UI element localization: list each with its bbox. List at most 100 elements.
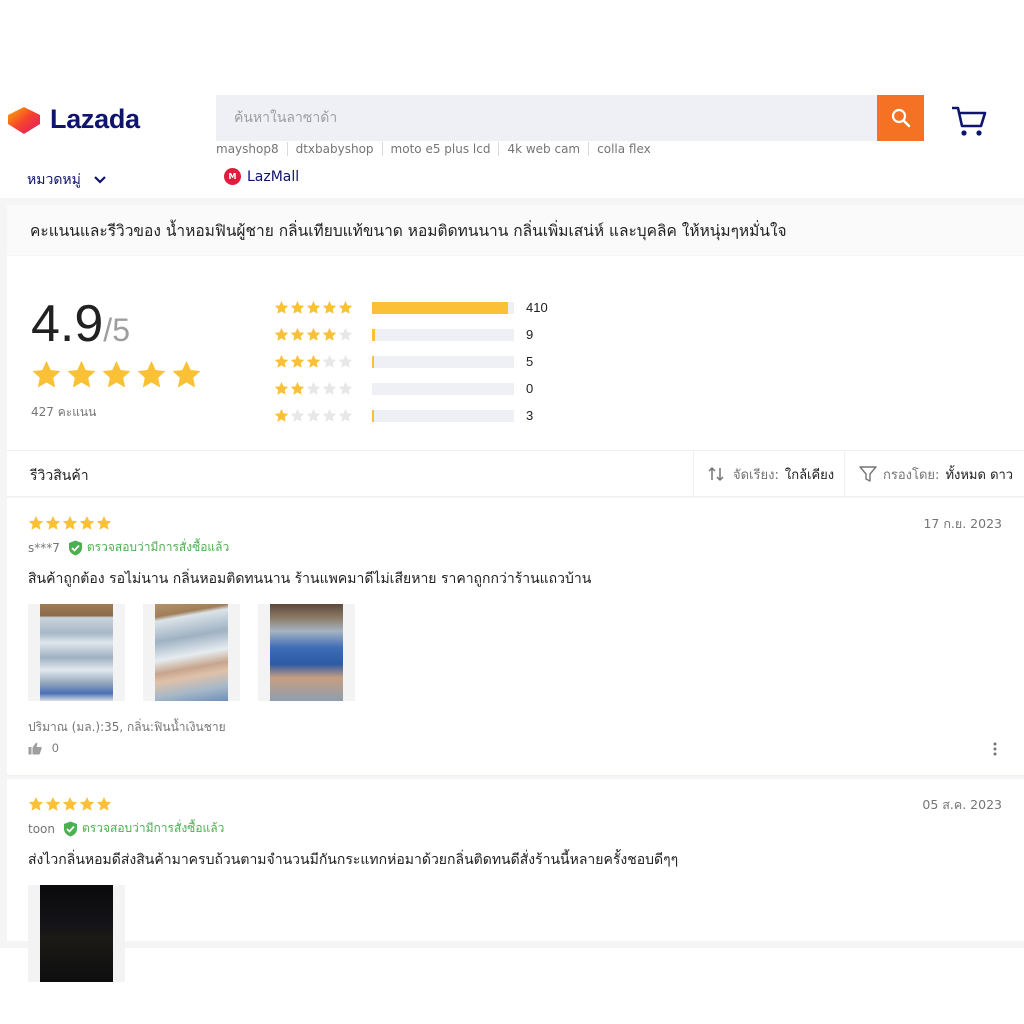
suggestion-link[interactable]: 4k web cam xyxy=(498,142,588,156)
verified-shield-icon xyxy=(64,821,77,836)
star-icon xyxy=(290,354,305,368)
review-image[interactable] xyxy=(28,885,125,982)
out-of-label: /5 xyxy=(103,312,130,348)
suggestion-link[interactable]: moto e5 plus lcd xyxy=(381,142,499,156)
search-input[interactable] xyxy=(216,95,877,141)
reviewer-name: s***7 xyxy=(28,540,60,555)
ratings-title: คะแนนและรีวิวของ น้ำหอมฟินผู้ชาย กลิ่นเท… xyxy=(7,205,1024,255)
distribution-stars xyxy=(274,327,372,342)
distribution-count: 410 xyxy=(526,300,548,315)
category-label: หมวดหมู่ xyxy=(27,172,81,188)
distribution-stars xyxy=(274,408,372,423)
review-image[interactable] xyxy=(258,604,355,701)
star-icon xyxy=(290,408,305,422)
sort-icon xyxy=(708,466,724,482)
star-icon xyxy=(274,381,289,395)
average-score: 4.9/5 xyxy=(31,294,130,354)
review-text: สินค้าถูกต้อง รอไม่นาน กลิ่นหอมติดทนนาน … xyxy=(28,571,592,587)
lazmall-icon: M xyxy=(224,168,241,185)
review-photo xyxy=(40,604,113,701)
star-icon xyxy=(79,797,95,811)
reviewer-info: s***7 ตรวจสอบว่ามีการสั่งซื้อแล้ว xyxy=(28,538,229,557)
verified-purchase: ตรวจสอบว่ามีการสั่งซื้อแล้ว xyxy=(68,538,229,557)
verified-label: ตรวจสอบว่ามีการสั่งซื้อแล้ว xyxy=(82,821,225,835)
lazada-logo[interactable]: Lazada xyxy=(6,104,140,135)
distribution-count: 0 xyxy=(526,381,534,396)
filter-value: ทั้งหมด ดาว xyxy=(945,467,1014,483)
star-icon xyxy=(306,354,321,368)
star-icon xyxy=(322,354,337,368)
star-icon xyxy=(45,516,61,530)
rating-summary: 4.9/5 427 คะแนน 410 9 5 0 3 xyxy=(7,256,1024,450)
distribution-bar-fill xyxy=(372,409,374,422)
reviews-header: รีวิวสินค้า จัดเรียง: ใกล้เคียง กรองโดย:… xyxy=(7,450,1024,497)
verified-purchase: ตรวจสอบว่ามีการสั่งซื้อแล้ว xyxy=(63,819,224,838)
star-icon xyxy=(274,354,289,368)
cart-icon[interactable] xyxy=(950,104,988,138)
sort-dropdown[interactable]: จัดเรียง: ใกล้เคียง xyxy=(693,451,845,497)
filter-label: กรองโดย: xyxy=(883,467,940,483)
star-icon xyxy=(322,381,337,395)
filter-dropdown[interactable]: กรองโดย: ทั้งหมด ดาว xyxy=(859,451,1024,497)
search-button[interactable] xyxy=(877,95,924,141)
review-date: 17 ก.ย. 2023 xyxy=(923,516,1002,531)
search-suggestions: mayshop8 dtxbabyshop moto e5 plus lcd 4k… xyxy=(216,142,659,156)
review-photo xyxy=(155,604,228,701)
suggestion-link[interactable]: colla flex xyxy=(588,142,659,156)
review-images xyxy=(28,604,355,701)
star-icon xyxy=(62,797,78,811)
reviewer-name: toon xyxy=(28,821,55,836)
distribution-row[interactable]: 3 xyxy=(274,402,548,429)
review-sku-info: ปริมาณ (มล.):35, กลิ่น:ฟินน้ำเงินชาย xyxy=(28,720,226,734)
more-options-icon[interactable] xyxy=(993,742,997,756)
star-icon xyxy=(306,408,321,422)
review-image[interactable] xyxy=(143,604,240,701)
star-icon xyxy=(306,300,321,314)
star-icon xyxy=(32,361,61,388)
star-icon xyxy=(137,361,166,388)
chevron-down-icon xyxy=(94,176,106,184)
review-images xyxy=(28,885,125,982)
review-image[interactable] xyxy=(28,604,125,701)
brand-name: Lazada xyxy=(50,104,140,134)
distribution-row[interactable]: 9 xyxy=(274,321,548,348)
star-icon xyxy=(290,300,305,314)
star-icon xyxy=(322,327,337,341)
distribution-bar-fill xyxy=(372,355,374,368)
star-icon xyxy=(338,300,353,314)
star-icon xyxy=(102,361,131,388)
star-icon xyxy=(338,327,353,341)
star-icon xyxy=(96,797,112,811)
lazmall-link[interactable]: M LazMall xyxy=(224,168,299,185)
review-text: ส่งไวกลิ่นหอมดีส่งสินค้ามาครบถ้วนตามจำนว… xyxy=(28,852,679,868)
star-icon xyxy=(172,361,201,388)
verified-shield-icon xyxy=(68,540,82,555)
distribution-count: 3 xyxy=(526,408,534,423)
distribution-bar xyxy=(372,382,514,395)
star-icon xyxy=(290,327,305,341)
star-icon xyxy=(79,516,95,530)
distribution-row[interactable]: 0 xyxy=(274,375,548,402)
suggestion-link[interactable]: dtxbabyshop xyxy=(286,142,382,156)
verified-label: ตรวจสอบว่ามีการสั่งซื้อแล้ว xyxy=(86,540,230,554)
star-icon xyxy=(306,327,321,341)
distribution-row[interactable]: 5 xyxy=(274,348,548,375)
category-menu[interactable]: หมวดหมู่ xyxy=(27,169,107,191)
star-icon xyxy=(290,381,305,395)
distribution-count: 9 xyxy=(526,327,534,342)
star-icon xyxy=(28,516,44,530)
rating-distribution: 410 9 5 0 3 xyxy=(274,294,548,429)
distribution-row[interactable]: 410 xyxy=(274,294,548,321)
like-button[interactable]: 0 xyxy=(28,741,59,755)
rating-count: 427 คะแนน xyxy=(31,405,97,419)
search-icon xyxy=(891,108,910,128)
suggestion-link[interactable]: mayshop8 xyxy=(216,142,287,156)
star-icon xyxy=(28,797,44,811)
review-item: 17 ก.ย. 2023 s***7 ตรวจสอบว่ามีการสั่งซื… xyxy=(7,498,1024,776)
star-icon xyxy=(338,381,353,395)
lazada-heart-icon xyxy=(8,106,40,134)
distribution-bar xyxy=(372,355,514,368)
star-icon xyxy=(338,408,353,422)
reviews-label: รีวิวสินค้า xyxy=(30,468,89,484)
distribution-bar-fill xyxy=(372,301,509,314)
